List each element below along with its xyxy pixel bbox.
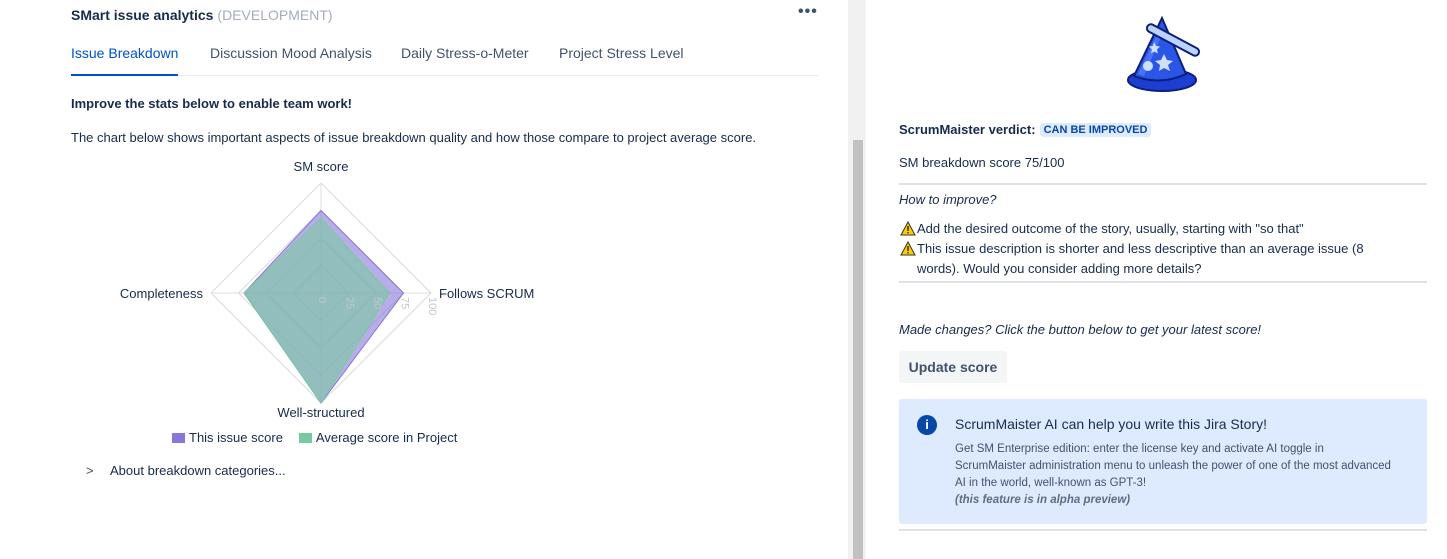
info-icon: i <box>917 415 937 435</box>
radar-tick-label: 25 <box>344 297 356 309</box>
how-to-improve-heading: How to improve? <box>899 192 997 207</box>
radar-axis-label: Well-structured <box>277 405 364 420</box>
improve-heading: Improve the stats below to enable team w… <box>71 96 353 111</box>
about-categories-expander[interactable]: > About breakdown categories... <box>86 463 286 478</box>
improvement-list: Add the desired outcome of the story, us… <box>899 219 1399 279</box>
tab-bar: Issue Breakdown Discussion Mood Analysis… <box>71 45 818 76</box>
verdict-panel: ScrumMaister verdict: CAN BE IMPROVED SM… <box>866 0 1447 559</box>
divider <box>899 529 1427 531</box>
update-prompt: Made changes? Click the button below to … <box>899 322 1262 337</box>
radar-chart: 0 25 50 75 100 SM score Follows SCRUM Well-stru… <box>120 160 534 420</box>
legend-label: This issue score <box>189 430 283 445</box>
breakdown-score: SM breakdown score 75/100 <box>899 155 1065 170</box>
tab-daily-stress-o-meter[interactable]: Daily Stress-o-Meter <box>401 45 529 76</box>
wizard-hat-logo <box>1127 15 1201 92</box>
legend-item-this-issue[interactable]: This issue score <box>172 430 283 445</box>
verdict-label: ScrumMaister verdict: <box>899 122 1036 137</box>
divider <box>899 183 1427 185</box>
improvement-text: This issue description is shorter and le… <box>917 241 1364 276</box>
info-note: (this feature is in alpha preview) <box>955 494 1131 506</box>
info-body-text: Get SM Enterprise edition: enter the lic… <box>955 443 1391 489</box>
radar-axis-label: Completeness <box>120 286 204 301</box>
chevron-right-icon: > <box>86 463 94 478</box>
improvement-item: This issue description is shorter and le… <box>899 239 1399 279</box>
improvement-item: Add the desired outcome of the story, us… <box>899 219 1399 239</box>
legend-item-project-average[interactable]: Average score in Project <box>298 430 458 445</box>
radar-axis-label: Follows SCRUM <box>439 286 534 301</box>
analytics-panel: SMart issue analytics (DEVELOPMENT) ••• I… <box>0 0 848 559</box>
improvement-text: Add the desired outcome of the story, us… <box>917 221 1304 236</box>
app-title-text: SMart issue analytics <box>71 7 214 23</box>
tab-issue-breakdown[interactable]: Issue Breakdown <box>71 45 179 76</box>
chart-legend: This issue score Average score in Projec… <box>172 430 473 445</box>
scrollbar-thumb[interactable] <box>853 140 863 559</box>
radar-series-area <box>243 217 390 404</box>
divider <box>899 281 1427 283</box>
tab-project-stress-level[interactable]: Project Stress Level <box>559 45 684 76</box>
legend-swatch <box>298 432 312 443</box>
chart-description: The chart below shows important aspects … <box>71 130 757 145</box>
radar-tick-label: 50 <box>371 297 383 309</box>
legend-label: Average score in Project <box>315 430 458 445</box>
radar-axis-label: SM score <box>294 160 349 174</box>
info-body: Get SM Enterprise edition: enter the lic… <box>955 441 1395 509</box>
verdict-row: ScrumMaister verdict: CAN BE IMPROVED <box>899 122 1152 137</box>
ai-info-panel: i ScrumMaister AI can help you write thi… <box>899 399 1427 524</box>
status-badge: CAN BE IMPROVED <box>1039 122 1152 137</box>
more-actions-button[interactable]: ••• <box>798 3 818 21</box>
info-title: ScrumMaister AI can help you write this … <box>955 416 1267 432</box>
update-score-button[interactable]: Update score <box>899 351 1007 383</box>
legend-swatch <box>172 432 185 443</box>
radar-tick-label: 0 <box>316 297 328 303</box>
tab-discussion-mood-analysis[interactable]: Discussion Mood Analysis <box>210 45 372 76</box>
radar-tick-label: 100 <box>426 297 438 315</box>
environment-label: (DEVELOPMENT) <box>217 7 333 23</box>
warning-icon <box>900 241 916 256</box>
warning-icon <box>900 221 916 236</box>
radar-tick-label: 75 <box>399 297 411 309</box>
about-categories-label: About breakdown categories... <box>110 463 286 478</box>
app-title: SMart issue analytics (DEVELOPMENT) <box>71 7 333 23</box>
